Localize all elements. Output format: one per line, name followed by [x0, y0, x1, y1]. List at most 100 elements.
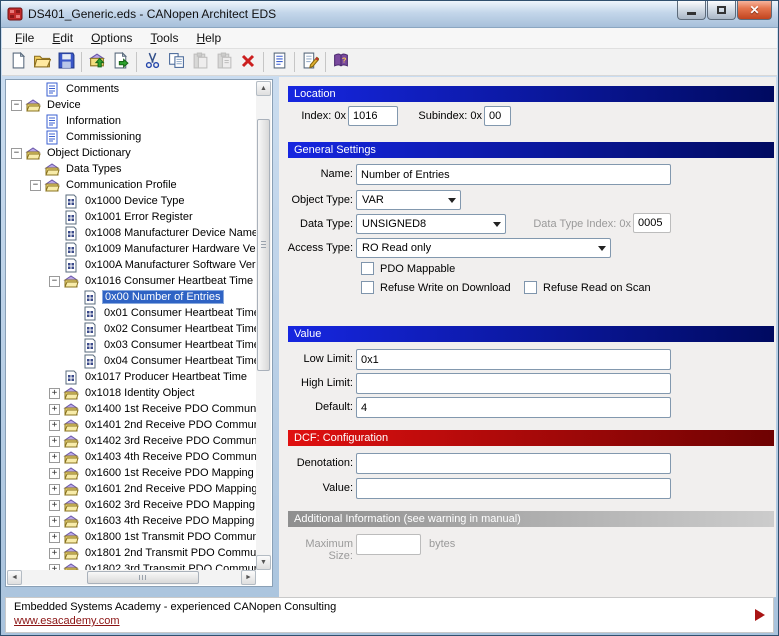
expand-icon[interactable]: +: [49, 404, 60, 415]
tree-hscroll-thumb[interactable]: [87, 571, 199, 584]
tree-item[interactable]: −Object Dictionary: [7, 145, 256, 161]
tree-item[interactable]: +0x1801 2nd Transmit PDO Commur: [7, 545, 256, 561]
check-eds-button[interactable]: [298, 51, 322, 74]
expand-icon[interactable]: +: [49, 420, 60, 431]
section-header-additional: Additional Information (see warning in m…: [288, 511, 774, 527]
tree-item[interactable]: 0x1001 Error Register: [7, 209, 256, 225]
help-book-button[interactable]: ?: [329, 51, 353, 74]
cut-button[interactable]: [140, 51, 164, 74]
copy-button[interactable]: [164, 51, 188, 74]
tree-item[interactable]: +0x1403 4th Receive PDO Commun: [7, 449, 256, 465]
checkbox-icon[interactable]: [361, 262, 374, 275]
menu-help[interactable]: Help: [187, 28, 230, 48]
object-type-select[interactable]: VAR: [356, 190, 461, 210]
tree-item[interactable]: 0x04 Consumer Heartbeat Time: [7, 353, 256, 369]
tree-item[interactable]: +0x1800 1st Transmit PDO Communi: [7, 529, 256, 545]
low-limit-input[interactable]: [356, 349, 671, 370]
tree-item[interactable]: 0x1009 Manufacturer Hardware Ve: [7, 241, 256, 257]
data-type-select[interactable]: UNSIGNED8: [356, 214, 506, 234]
checkbox-icon[interactable]: [524, 281, 537, 294]
collapse-icon[interactable]: −: [11, 100, 22, 111]
tree-item[interactable]: Comments: [7, 81, 256, 97]
title-bar[interactable]: DS401_Generic.eds - CANopen Architect ED…: [1, 1, 778, 28]
tree-item[interactable]: 0x1008 Manufacturer Device Name: [7, 225, 256, 241]
maximize-button[interactable]: [707, 1, 736, 20]
new-file-button[interactable]: [6, 51, 30, 74]
collapse-icon[interactable]: −: [49, 276, 60, 287]
menu-tools[interactable]: Tools: [141, 28, 187, 48]
refuse-write-checkbox[interactable]: Refuse Write on Download: [361, 281, 511, 294]
delete-button[interactable]: [236, 51, 260, 74]
name-input[interactable]: [356, 164, 671, 185]
save-file-button[interactable]: [54, 51, 78, 74]
index-input[interactable]: [348, 106, 398, 126]
expand-icon[interactable]: +: [49, 388, 60, 399]
minimize-button[interactable]: [677, 1, 706, 20]
expand-icon[interactable]: +: [49, 516, 60, 527]
tree-item[interactable]: +0x1603 4th Receive PDO Mapping: [7, 513, 256, 529]
export-button[interactable]: [109, 51, 133, 74]
import-button[interactable]: [85, 51, 109, 74]
tree-horizontal-scrollbar[interactable]: ◄ ►: [7, 570, 256, 585]
tree-item[interactable]: 0x00 Number of Entries: [7, 289, 256, 305]
tree-item[interactable]: 0x03 Consumer Heartbeat Time: [7, 337, 256, 353]
tree-item[interactable]: +0x1802 3rd Transmit PDO Commun: [7, 561, 256, 570]
subindex-input[interactable]: [484, 106, 511, 126]
access-type-select[interactable]: RO Read only: [356, 238, 611, 258]
expand-icon[interactable]: +: [49, 532, 60, 543]
pdo-mappable-checkbox[interactable]: PDO Mappable: [361, 262, 455, 275]
tree-item[interactable]: Information: [7, 113, 256, 129]
menu-options[interactable]: Options: [82, 28, 141, 48]
tree-item[interactable]: 0x01 Consumer Heartbeat Time: [7, 305, 256, 321]
report-button[interactable]: [267, 51, 291, 74]
tree-item[interactable]: Commissioning: [7, 129, 256, 145]
expand-icon[interactable]: +: [49, 548, 60, 559]
expand-icon[interactable]: +: [49, 468, 60, 479]
expand-icon[interactable]: +: [49, 500, 60, 511]
tree-item[interactable]: − 0x1016 Consumer Heartbeat Time: [7, 273, 256, 289]
tree-item[interactable]: +0x1400 1st Receive PDO Communi: [7, 401, 256, 417]
paste-special-button[interactable]: [212, 51, 236, 74]
menu-edit[interactable]: Edit: [43, 28, 82, 48]
folder-icon: [63, 514, 79, 529]
denotation-input[interactable]: [356, 453, 671, 474]
tree-item[interactable]: 0x1017 Producer Heartbeat Time: [7, 369, 256, 385]
expand-icon[interactable]: +: [49, 452, 60, 463]
collapse-icon[interactable]: −: [11, 148, 22, 159]
expand-icon[interactable]: +: [49, 484, 60, 495]
paste-button[interactable]: [188, 51, 212, 74]
menu-file[interactable]: File: [6, 28, 43, 48]
tree-item[interactable]: −Device: [7, 97, 256, 113]
tree-item[interactable]: +0x1600 1st Receive PDO Mapping: [7, 465, 256, 481]
tree-item-label: 0x1016 Consumer Heartbeat Time: [83, 275, 255, 287]
high-limit-input[interactable]: [356, 373, 671, 394]
close-button[interactable]: ✕: [737, 1, 772, 20]
collapse-icon[interactable]: −: [30, 180, 41, 191]
default-input[interactable]: [356, 397, 671, 418]
refuse-read-checkbox[interactable]: Refuse Read on Scan: [524, 281, 651, 294]
dcf-value-input[interactable]: [356, 478, 671, 499]
name-label: Name:: [279, 168, 353, 182]
scroll-left-icon[interactable]: ◄: [7, 570, 22, 585]
tree-vertical-scrollbar[interactable]: ▲ ▼: [256, 81, 271, 570]
tree-item[interactable]: +0x1018 Identity Object: [7, 385, 256, 401]
tree-item[interactable]: 0x1000 Device Type: [7, 193, 256, 209]
scroll-right-icon[interactable]: ►: [241, 570, 256, 585]
scroll-down-icon[interactable]: ▼: [256, 555, 271, 570]
scroll-up-icon[interactable]: ▲: [256, 81, 271, 96]
expand-icon[interactable]: +: [49, 436, 60, 447]
objdoc-icon: [82, 290, 98, 305]
tree-vscroll-thumb[interactable]: [257, 119, 270, 371]
tree-item[interactable]: −Communication Profile: [7, 177, 256, 193]
tree-item[interactable]: +0x1401 2nd Receive PDO Commur: [7, 417, 256, 433]
tree-item[interactable]: +0x1402 3rd Receive PDO Commun: [7, 433, 256, 449]
access-type-label: Access Type:: [279, 242, 353, 256]
tree-item[interactable]: +0x1602 3rd Receive PDO Mapping: [7, 497, 256, 513]
tree-item[interactable]: 0x100A Manufacturer Software Ver: [7, 257, 256, 273]
checkbox-icon[interactable]: [361, 281, 374, 294]
tree-item[interactable]: 0x02 Consumer Heartbeat Time: [7, 321, 256, 337]
esacademy-link[interactable]: www.esacademy.com: [14, 615, 120, 627]
open-file-button[interactable]: [30, 51, 54, 74]
tree-item[interactable]: +0x1601 2nd Receive PDO Mapping: [7, 481, 256, 497]
tree-item[interactable]: Data Types: [7, 161, 256, 177]
